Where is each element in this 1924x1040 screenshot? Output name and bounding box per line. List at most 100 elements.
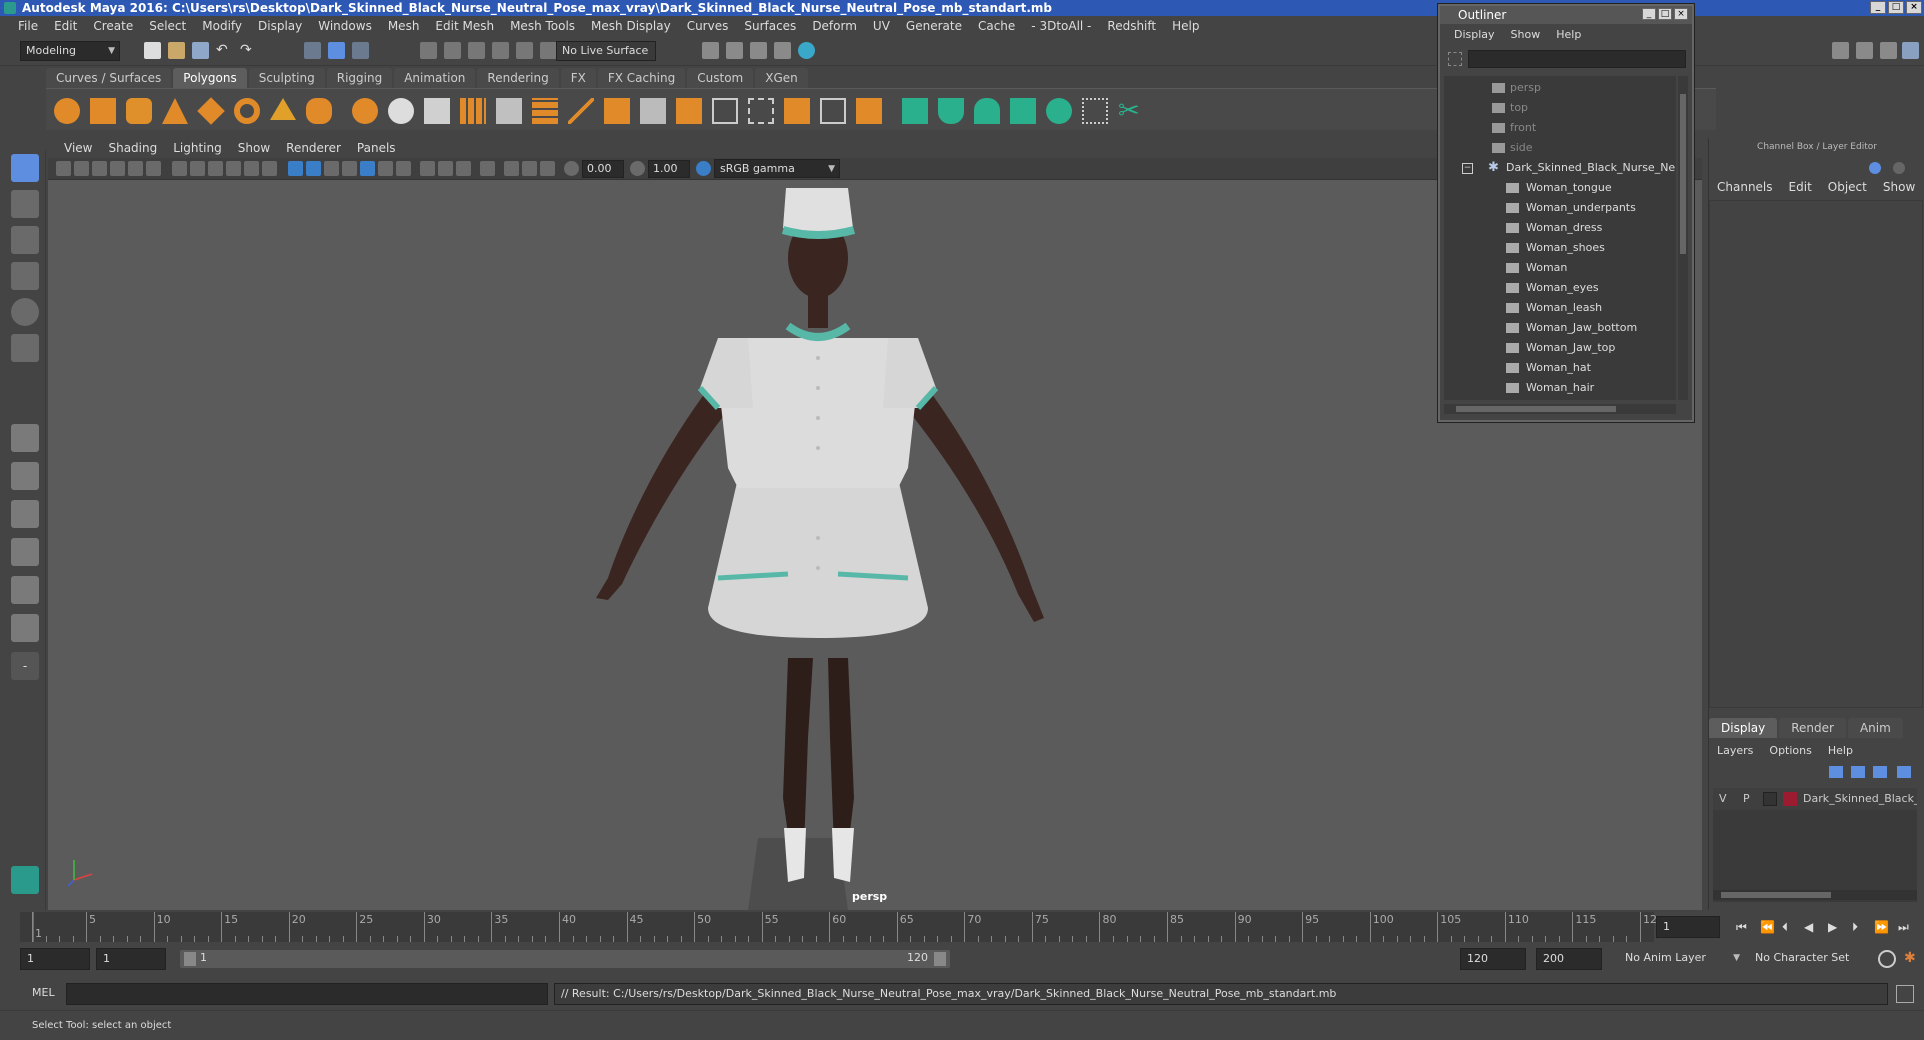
list-item[interactable]: top <box>1444 98 1676 118</box>
film-gate-icon[interactable] <box>190 161 205 176</box>
list-item[interactable]: side <box>1444 138 1676 158</box>
grid-icon[interactable] <box>172 161 187 176</box>
graph-pane-icon[interactable] <box>11 576 39 604</box>
scale-tool-icon[interactable] <box>11 334 39 362</box>
snap-point-icon[interactable] <box>468 42 485 59</box>
list-item[interactable]: Woman_tongue <box>1444 178 1676 198</box>
auto-key-icon[interactable] <box>1878 950 1896 968</box>
play-back-icon[interactable]: ◀ <box>1804 920 1813 934</box>
layer-row[interactable]: V P Dark_Skinned_Black_N <box>1713 788 1917 810</box>
move-layer-up-icon[interactable] <box>1829 766 1843 778</box>
cb-menu-edit[interactable]: Edit <box>1781 178 1820 196</box>
list-item[interactable]: front <box>1444 118 1676 138</box>
uv-editor-icon[interactable] <box>1082 98 1108 124</box>
select-component-icon[interactable] <box>352 42 369 59</box>
tab-fx-caching[interactable]: FX Caching <box>597 68 686 88</box>
move-layer-down-icon[interactable] <box>1851 766 1865 778</box>
step-back-icon[interactable]: ⏪ <box>1760 920 1775 934</box>
poly-cylinder-icon[interactable] <box>126 98 152 124</box>
play-forward-icon[interactable]: ▶ <box>1828 920 1837 934</box>
select-tool-icon[interactable] <box>11 154 39 182</box>
playback-end-field[interactable]: 120 <box>1460 948 1526 970</box>
paint-select-icon[interactable] <box>11 226 39 254</box>
save-scene-icon[interactable] <box>192 42 209 59</box>
menu-edit[interactable]: Edit <box>46 16 85 36</box>
color-management-icon[interactable] <box>696 161 711 176</box>
vp-menu-renderer[interactable]: Renderer <box>278 138 349 158</box>
le-menu-options[interactable]: Options <box>1761 742 1819 760</box>
move-tool-icon[interactable] <box>11 262 39 290</box>
mode-dropdown[interactable]: Modeling ▼ <box>20 41 120 61</box>
2d-pan-icon[interactable] <box>128 161 143 176</box>
menu-deform[interactable]: Deform <box>804 16 865 36</box>
bridge-icon[interactable] <box>532 98 558 124</box>
tab-polygons[interactable]: Polygons <box>173 68 247 88</box>
magnet-icon[interactable] <box>540 42 557 59</box>
list-item[interactable]: Woman_dress <box>1444 218 1676 238</box>
insert-edge-loop-icon[interactable] <box>748 98 774 124</box>
list-item[interactable]: − ✱ Dark_Skinned_Black_Nurse_Neutr <box>1444 158 1676 178</box>
four-pane-icon[interactable] <box>11 462 39 490</box>
time-slider[interactable]: 1 5 10 15 20 25 30 35 40 45 50 55 60 65 70 75 80 85 90 95 10… <box>20 912 1664 942</box>
merge-icon[interactable] <box>640 98 666 124</box>
ipr-render-icon[interactable] <box>750 42 767 59</box>
anti-alias-icon[interactable] <box>438 161 453 176</box>
textured-icon[interactable] <box>342 161 357 176</box>
grease-pencil-icon[interactable] <box>146 161 161 176</box>
multi-cut-icon[interactable] <box>568 98 594 124</box>
menu-create[interactable]: Create <box>85 16 141 36</box>
render-frame-icon[interactable] <box>726 42 743 59</box>
poly-pipe-icon[interactable] <box>306 98 332 124</box>
channel-box-icon[interactable] <box>1902 42 1919 59</box>
maximize-icon[interactable]: □ <box>1888 1 1904 14</box>
step-back-key-icon[interactable]: ⏴ <box>1782 920 1788 935</box>
uv-cylindrical-icon[interactable] <box>938 98 964 124</box>
default-material-icon[interactable] <box>324 161 339 176</box>
fill-hole-icon[interactable] <box>676 98 702 124</box>
scrollbar-thumb[interactable] <box>1456 406 1616 412</box>
modeling-toolkit-icon[interactable] <box>1832 42 1849 59</box>
select-object-icon[interactable] <box>328 42 345 59</box>
poly-cone-icon[interactable] <box>162 98 188 124</box>
open-scene-icon[interactable] <box>168 42 185 59</box>
poly-cube-icon[interactable] <box>90 98 116 124</box>
list-item[interactable]: persp <box>1444 78 1676 98</box>
menu-3dtoall[interactable]: - 3DtoAll - <box>1023 16 1099 36</box>
xray-joints-icon[interactable] <box>522 161 537 176</box>
ambient-occlusion-icon[interactable] <box>396 161 411 176</box>
list-item[interactable]: Woman_Jaw_bottom <box>1444 318 1676 338</box>
offset-edge-icon[interactable] <box>820 98 846 124</box>
layer-visibility-toggle[interactable]: V <box>1719 788 1727 810</box>
uv-unfold-icon[interactable] <box>1046 98 1072 124</box>
smooth-shade-icon[interactable] <box>306 161 321 176</box>
command-input[interactable] <box>66 983 548 1005</box>
tab-xgen[interactable]: XGen <box>755 68 808 88</box>
outliner-menu-display[interactable]: Display <box>1446 26 1503 44</box>
attribute-editor-toggle-icon[interactable] <box>1893 162 1905 174</box>
scrollbar-thumb[interactable] <box>1680 94 1686 254</box>
select-hierarchy-icon[interactable] <box>304 42 321 59</box>
layer-list-scrollbar[interactable] <box>1713 890 1917 900</box>
minimize-icon[interactable]: _ <box>1870 1 1886 14</box>
character-set-dropdown[interactable]: No Character Set <box>1750 948 1874 970</box>
camera-attributes-icon[interactable] <box>74 161 89 176</box>
boolean-icon[interactable] <box>460 98 486 124</box>
menu-surfaces[interactable]: Surfaces <box>736 16 804 36</box>
gamma-icon[interactable] <box>630 161 645 176</box>
menu-edit-mesh[interactable]: Edit Mesh <box>427 16 502 36</box>
cb-menu-object[interactable]: Object <box>1820 178 1875 196</box>
range-end-handle[interactable] <box>934 952 946 966</box>
menu-generate[interactable]: Generate <box>898 16 970 36</box>
target-weld-icon[interactable] <box>856 98 882 124</box>
list-item[interactable]: Woman_shoes <box>1444 238 1676 258</box>
color-space-dropdown[interactable]: sRGB gamma ▼ <box>714 159 840 178</box>
new-layer-selected-icon[interactable] <box>1897 766 1911 778</box>
le-menu-layers[interactable]: Layers <box>1709 742 1761 760</box>
cb-menu-channels[interactable]: Channels <box>1709 178 1781 196</box>
layer-color-swatch[interactable] <box>1783 792 1797 806</box>
lasso-tool-icon[interactable] <box>11 190 39 218</box>
rotate-tool-icon[interactable] <box>11 298 39 326</box>
wireframe-icon[interactable] <box>288 161 303 176</box>
more-layouts-icon[interactable]: - <box>11 652 39 680</box>
live-surface-field[interactable]: No Live Surface <box>556 41 656 61</box>
